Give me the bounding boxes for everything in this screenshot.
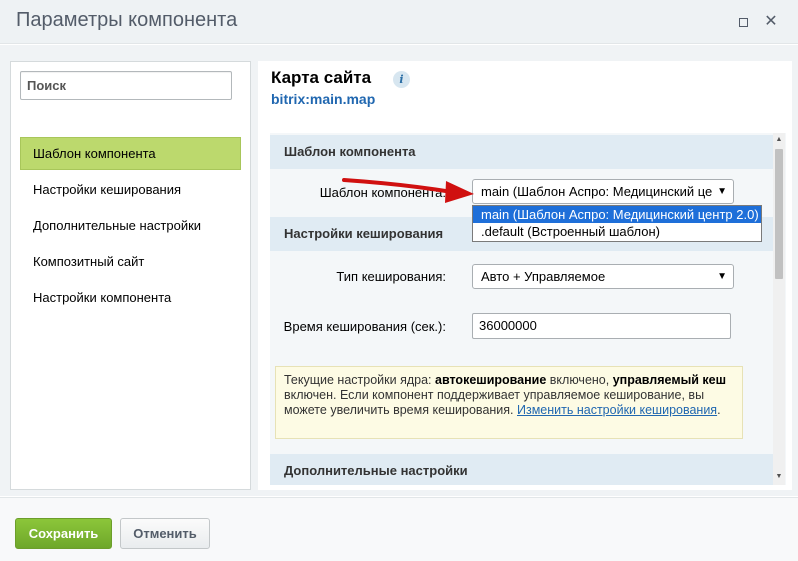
- cache-time-input[interactable]: 36000000: [472, 313, 731, 339]
- sidebar-item-cache[interactable]: Настройки кеширования: [20, 173, 241, 206]
- note-bold: автокеширование: [435, 373, 547, 387]
- sidebar: Шаблон компонента Настройки кеширования …: [10, 61, 251, 490]
- info-icon[interactable]: i: [393, 71, 410, 88]
- note-bold: управляемый кеш: [612, 373, 727, 387]
- scroll-thumb[interactable]: [775, 149, 783, 279]
- sidebar-item-composite[interactable]: Композитный сайт: [20, 245, 241, 278]
- note-text: включено,: [546, 373, 613, 387]
- search-field[interactable]: [20, 71, 232, 100]
- component-settings-dialog: Параметры компонента ✕ Шаблон компонента…: [0, 0, 798, 561]
- scroll-down-icon[interactable]: ▼: [775, 473, 783, 480]
- cache-type-label: Тип кеширования:: [336, 269, 446, 284]
- search-input[interactable]: [21, 72, 231, 99]
- note-text: Текущие настройки ядра:: [284, 373, 435, 387]
- section-header-template[interactable]: Шаблон компонента: [270, 135, 774, 169]
- close-icon[interactable]: ✕: [763, 14, 779, 30]
- section-header-additional[interactable]: Дополнительные настройки: [270, 454, 774, 485]
- cache-info-note: Текущие настройки ядра: автокеширование …: [275, 366, 743, 439]
- chevron-down-icon: ▼: [717, 186, 727, 197]
- cache-type-select[interactable]: Авто + Управляемое ▼: [472, 264, 734, 289]
- template-select-value: main (Шаблон Аспро: Медицинский це: [481, 184, 713, 199]
- dialog-title: Параметры компонента: [16, 9, 238, 31]
- maximize-icon[interactable]: [735, 14, 751, 30]
- component-code: bitrix:main.map: [271, 91, 376, 107]
- cancel-button[interactable]: Отменить: [120, 518, 210, 549]
- sidebar-item-template[interactable]: Шаблон компонента: [20, 137, 241, 170]
- component-title: Карта сайта: [271, 68, 372, 87]
- annotation-arrow-icon: [342, 178, 474, 203]
- dropdown-option-default[interactable]: .default (Встроенный шаблон): [473, 223, 761, 240]
- cache-type-value: Авто + Управляемое: [481, 269, 606, 284]
- template-select[interactable]: main (Шаблон Аспро: Медицинский це ▼: [472, 179, 734, 204]
- scroll-up-icon[interactable]: ▲: [775, 136, 783, 143]
- chevron-down-icon: ▼: [717, 271, 727, 282]
- save-button[interactable]: Сохранить: [15, 518, 112, 549]
- sidebar-item-component-settings[interactable]: Настройки компонента: [20, 281, 241, 314]
- note-text: .: [717, 403, 721, 417]
- scrollbar[interactable]: ▲ ▼: [773, 133, 785, 485]
- dropdown-option-main[interactable]: main (Шаблон Аспро: Медицинский центр 2.…: [473, 206, 761, 223]
- dialog-titlebar[interactable]: Параметры компонента ✕: [0, 0, 798, 44]
- change-cache-settings-link[interactable]: Изменить настройки кеширования: [517, 403, 717, 417]
- template-dropdown-list[interactable]: main (Шаблон Аспро: Медицинский центр 2.…: [472, 205, 762, 242]
- cache-time-label: Время кеширования (сек.):: [283, 319, 446, 334]
- main-panel: Карта сайта i bitrix:main.map Шаблон ком…: [258, 61, 792, 490]
- sidebar-item-additional[interactable]: Дополнительные настройки: [20, 209, 241, 242]
